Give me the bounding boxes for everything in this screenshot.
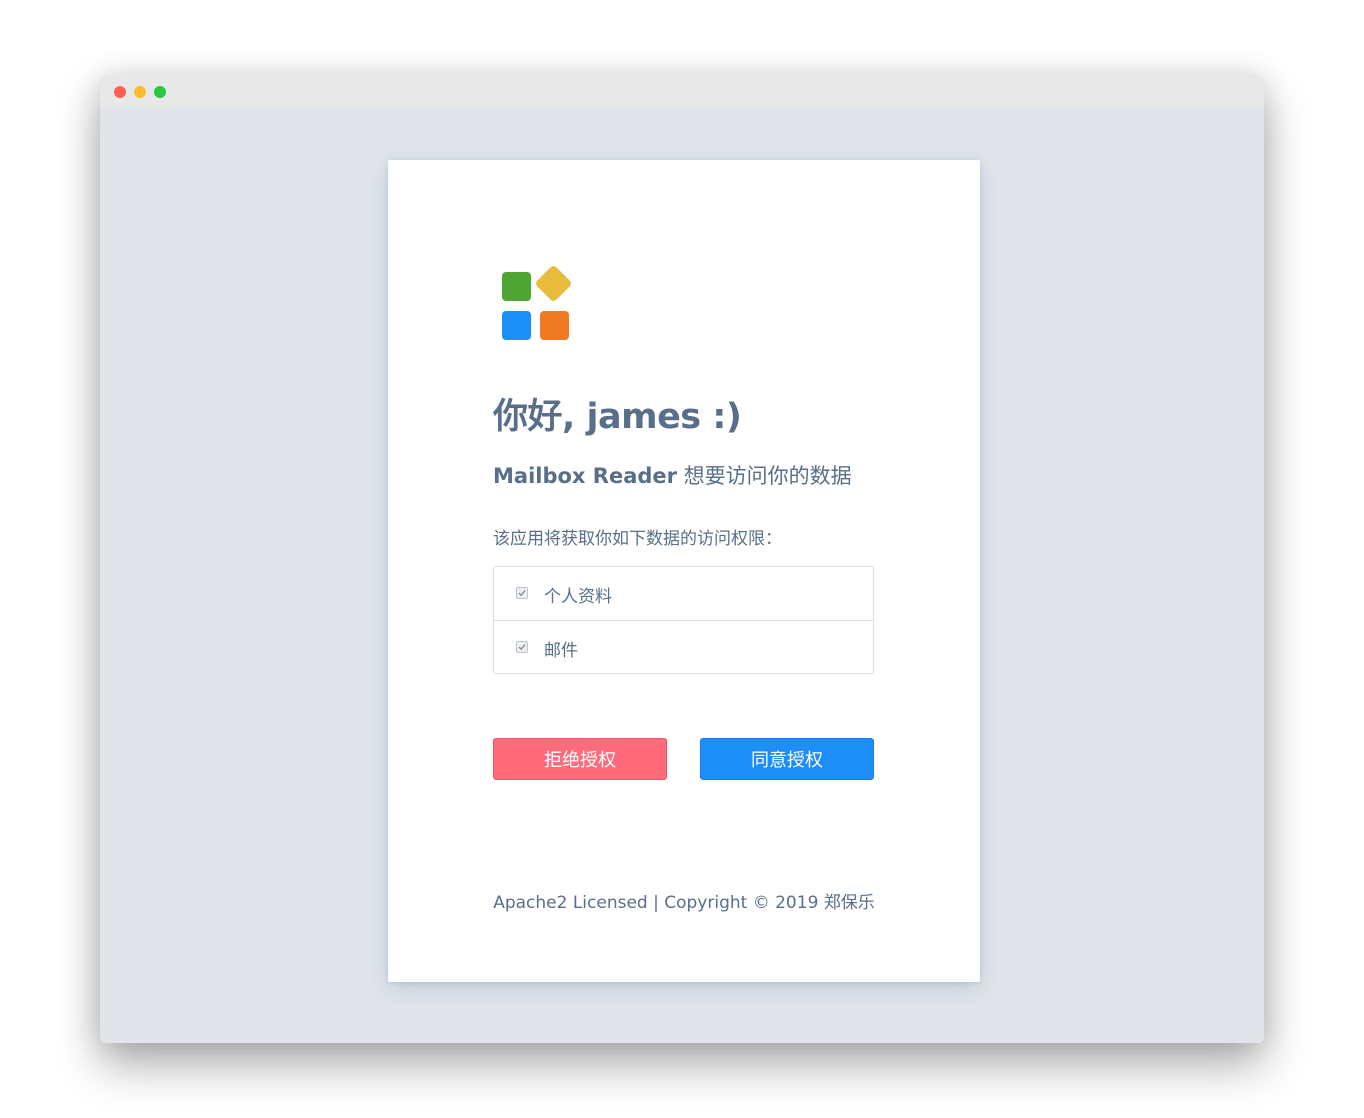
- checkbox-mail[interactable]: [516, 641, 528, 653]
- close-window-button[interactable]: [114, 86, 126, 98]
- logo-blue-square: [502, 311, 531, 340]
- authorization-card: 你好, james :) Mailbox Reader 想要访问你的数据 该应用…: [388, 160, 980, 982]
- app-name: Mailbox Reader: [493, 464, 677, 488]
- minimize-window-button[interactable]: [134, 86, 146, 98]
- permissions-description: 该应用将获取你如下数据的访问权限：: [493, 529, 782, 549]
- logo-yellow-diamond: [534, 264, 573, 303]
- app-window: 你好, james :) Mailbox Reader 想要访问你的数据 该应用…: [100, 75, 1264, 1043]
- logo-orange-square: [540, 311, 569, 340]
- permission-item-profile: 个人资料: [494, 567, 873, 620]
- footer-copyright: Apache2 Licensed | Copyright © 2019 郑保乐: [493, 893, 875, 913]
- deny-authorization-button[interactable]: 拒绝授权: [493, 738, 667, 780]
- window-titlebar: [100, 75, 1264, 108]
- maximize-window-button[interactable]: [154, 86, 166, 98]
- checkbox-profile[interactable]: [516, 587, 528, 599]
- access-request-text: 想要访问你的数据: [677, 464, 852, 488]
- logo-green-square: [502, 272, 531, 301]
- checkmark-icon: [518, 590, 526, 597]
- permission-list: 个人资料 邮件: [493, 566, 874, 674]
- permission-label-profile: 个人资料: [544, 587, 612, 607]
- app-logo-icon: [494, 262, 578, 346]
- access-request-subtitle: Mailbox Reader 想要访问你的数据: [493, 460, 852, 490]
- permission-label-mail: 邮件: [544, 641, 578, 661]
- checkmark-icon: [518, 644, 526, 651]
- greeting-heading: 你好, james :): [493, 397, 742, 437]
- permission-item-mail: 邮件: [494, 620, 873, 673]
- allow-authorization-button[interactable]: 同意授权: [700, 738, 874, 780]
